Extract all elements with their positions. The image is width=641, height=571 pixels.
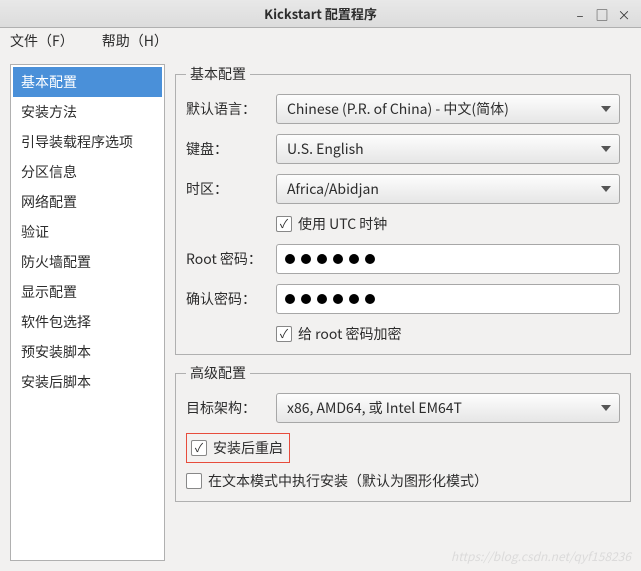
sidebar-item-firewall[interactable]: 防火墙配置 [13,247,162,277]
sidebar: 基本配置 安装方法 引导装载程序选项 分区信息 网络配置 验证 防火墙配置 显示… [10,64,165,561]
row-timezone: 时区： Africa/Abidjan [186,174,620,204]
advanced-config-group: 高级配置 目标架构： x86, AMD64, 或 Intel EM64T 安装后… [175,363,631,502]
chevron-down-icon [601,186,611,192]
label-confirm-password: 确认密码： [186,289,276,309]
titlebar: Kickstart 配置程序 – □ × [0,0,641,28]
reboot-highlight: 安装后重启 [186,433,290,463]
close-button[interactable]: × [617,7,631,21]
textmode-checkbox-row: 在文本模式中执行安装（默认为图形化模式） [186,471,620,491]
basic-config-group: 基本配置 默认语言： Chinese (P.R. of China) - 中文(… [175,64,631,355]
kickstart-window: Kickstart 配置程序 – □ × 文件（F） 帮助（H） 基本配置 安装… [0,0,641,571]
basic-config-legend: 基本配置 [186,64,250,84]
menu-file[interactable]: 文件（F） [4,28,80,54]
row-utc: 使用 UTC 时钟 [186,214,620,234]
label-root-password: Root 密码： [186,249,276,269]
window-controls: – □ × [573,0,637,28]
menu-help[interactable]: 帮助（H） [96,28,174,54]
label-arch: 目标架构： [186,398,276,418]
timezone-combobox[interactable]: Africa/Abidjan [276,174,620,204]
watermark: https://blog.csdn.net/qyf158236 [451,548,631,565]
timezone-value: Africa/Abidjan [287,179,379,199]
advanced-config-legend: 高级配置 [186,363,250,383]
chevron-down-icon [601,146,611,152]
utc-checkbox-row: 使用 UTC 时钟 [276,214,620,234]
sidebar-item-bootloader[interactable]: 引导装载程序选项 [13,127,162,157]
arch-combobox[interactable]: x86, AMD64, 或 Intel EM64T [276,393,620,423]
row-arch: 目标架构： x86, AMD64, 或 Intel EM64T [186,393,620,423]
encrypt-checkbox[interactable] [276,326,292,342]
sidebar-item-network[interactable]: 网络配置 [13,187,162,217]
confirm-password-field[interactable] [276,284,620,314]
label-language: 默认语言： [186,99,276,119]
sidebar-item-partition[interactable]: 分区信息 [13,157,162,187]
keyboard-value: U.S. English [287,139,364,159]
label-timezone: 时区： [186,179,276,199]
arch-value: x86, AMD64, 或 Intel EM64T [287,398,462,418]
utc-label[interactable]: 使用 UTC 时钟 [298,214,387,234]
encrypt-checkbox-row: 给 root 密码加密 [276,324,620,344]
window-title: Kickstart 配置程序 [264,4,377,23]
sidebar-item-basic[interactable]: 基本配置 [13,67,162,97]
sidebar-item-auth[interactable]: 验证 [13,217,162,247]
sidebar-item-packages[interactable]: 软件包选择 [13,307,162,337]
minimize-button[interactable]: – [573,7,587,21]
chevron-down-icon [601,405,611,411]
language-value: Chinese (P.R. of China) - 中文(简体) [287,99,509,119]
row-encrypt: 给 root 密码加密 [186,324,620,344]
reboot-checkbox[interactable] [191,440,207,456]
row-confirm-password: 确认密码： [186,284,620,314]
sidebar-item-display[interactable]: 显示配置 [13,277,162,307]
main-panel: 基本配置 默认语言： Chinese (P.R. of China) - 中文(… [175,64,631,561]
root-password-field[interactable] [276,244,620,274]
sidebar-item-postinstall[interactable]: 安装后脚本 [13,367,162,397]
chevron-down-icon [601,106,611,112]
textmode-checkbox[interactable] [186,473,202,489]
utc-checkbox[interactable] [276,216,292,232]
keyboard-combobox[interactable]: U.S. English [276,134,620,164]
row-language: 默认语言： Chinese (P.R. of China) - 中文(简体) [186,94,620,124]
row-keyboard: 键盘： U.S. English [186,134,620,164]
reboot-label[interactable]: 安装后重启 [213,438,283,458]
label-keyboard: 键盘： [186,139,276,159]
textmode-label[interactable]: 在文本模式中执行安装（默认为图形化模式） [208,471,488,491]
language-combobox[interactable]: Chinese (P.R. of China) - 中文(简体) [276,94,620,124]
row-root-password: Root 密码： [186,244,620,274]
encrypt-label[interactable]: 给 root 密码加密 [298,324,402,344]
menubar: 文件（F） 帮助（H） [0,28,641,54]
maximize-button[interactable]: □ [595,7,609,21]
sidebar-item-install-method[interactable]: 安装方法 [13,97,162,127]
content-area: 基本配置 安装方法 引导装载程序选项 分区信息 网络配置 验证 防火墙配置 显示… [0,54,641,571]
sidebar-item-preinstall[interactable]: 预安装脚本 [13,337,162,367]
